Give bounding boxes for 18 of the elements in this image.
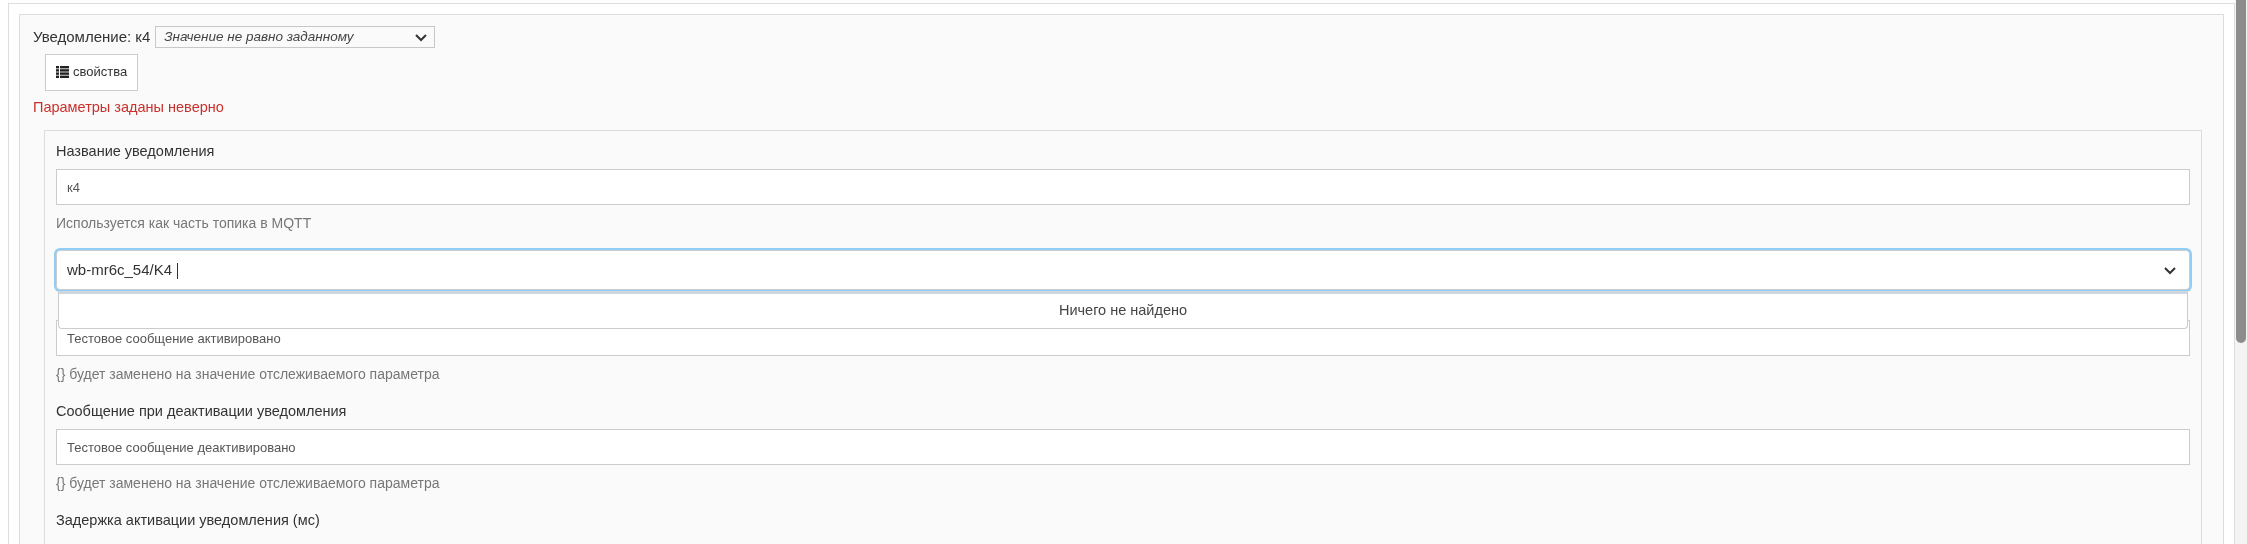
properties-button[interactable]: свойства bbox=[45, 53, 139, 91]
condition-select[interactable]: Значение не равно заданному bbox=[155, 26, 436, 49]
field-label: Название уведомления bbox=[56, 142, 216, 162]
topic-combobox[interactable]: wb-mr6c_54/K4 bbox=[56, 250, 2190, 291]
text-field[interactable]: Тестовое сообщение деактивировано bbox=[56, 429, 2190, 466]
error-message: Параметры заданы неверно bbox=[33, 97, 225, 117]
text-field[interactable]: к4 bbox=[56, 169, 2190, 206]
chevron-down-icon bbox=[2163, 265, 2177, 275]
list-icon bbox=[56, 66, 69, 78]
help-text: {} будет заменено на значение отслеживаемого параметра bbox=[56, 474, 441, 493]
chevron-down-icon bbox=[414, 32, 429, 42]
notification-title: Уведомление: к4 bbox=[33, 27, 151, 47]
field-label: Сообщение при деактивации уведомления bbox=[56, 402, 348, 422]
help-text: Используется как часть топика в MQTT bbox=[56, 214, 313, 233]
no-results-menu: Ничего не найдено bbox=[58, 291, 2188, 330]
help-text: {} будет заменено на значение отслеживаемого параметра bbox=[56, 365, 441, 384]
scrollbar-thumb[interactable] bbox=[2236, 0, 2246, 343]
field-label: Задержка активации уведомления (мс) bbox=[56, 511, 321, 531]
